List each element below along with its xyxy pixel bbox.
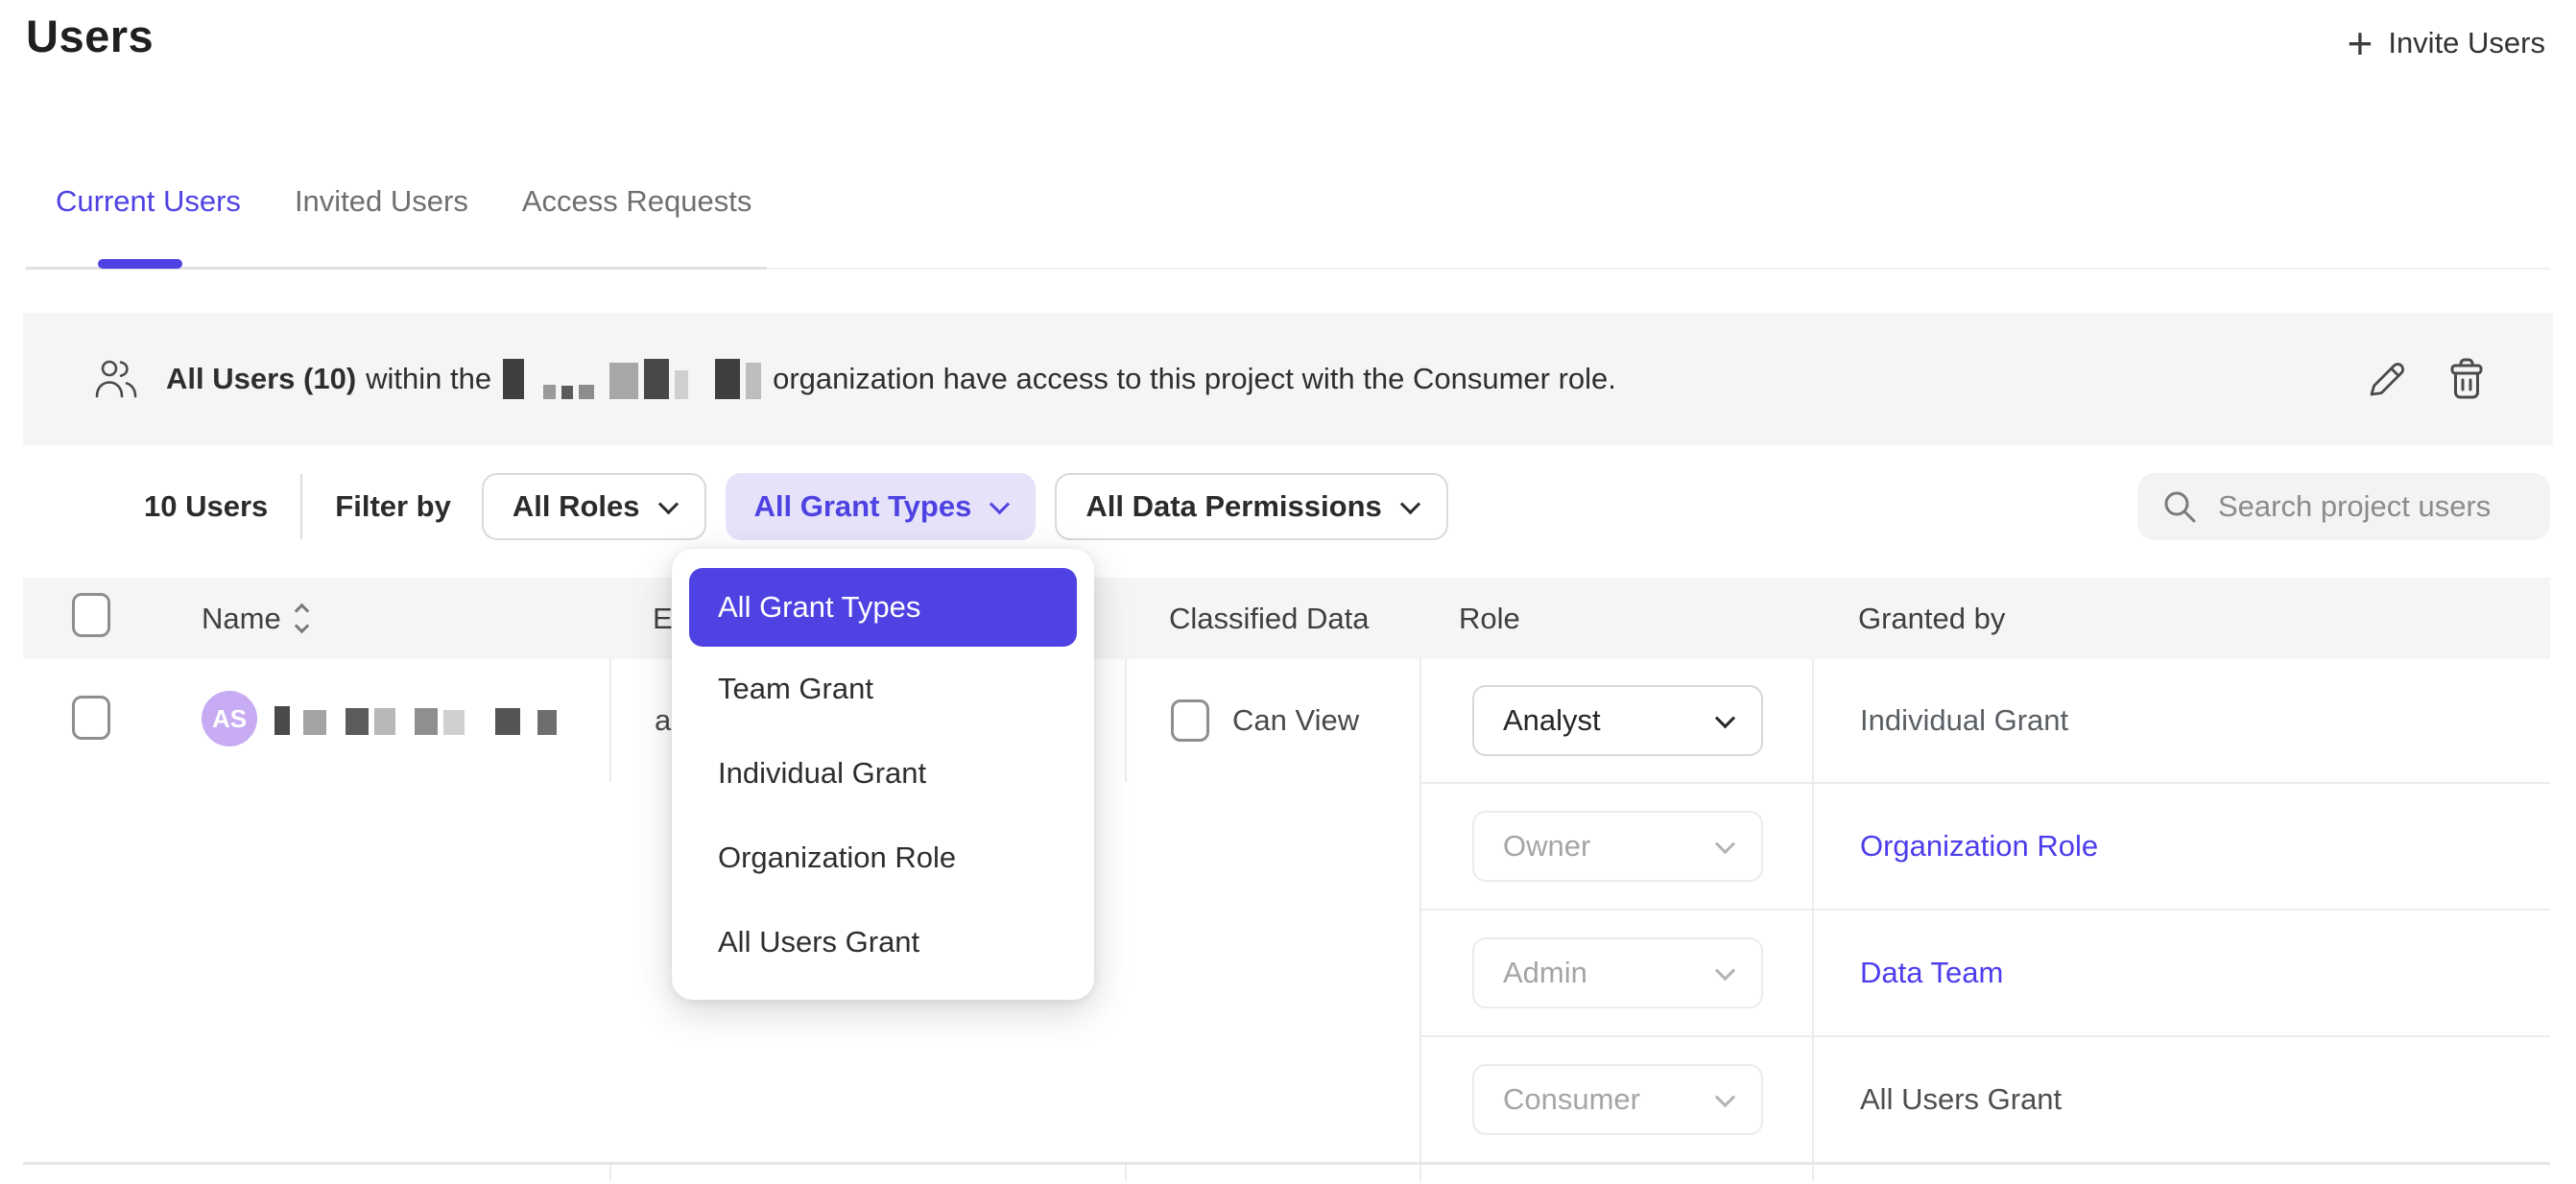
trash-icon bbox=[2447, 358, 2486, 400]
all-data-permissions-label: All Data Permissions bbox=[1085, 489, 1381, 524]
edit-banner-button[interactable] bbox=[2367, 359, 2407, 399]
users-group-icon bbox=[93, 358, 139, 400]
role-value: Consumer bbox=[1503, 1082, 1640, 1117]
sort-icon[interactable] bbox=[297, 605, 307, 631]
chevron-down-icon bbox=[1715, 1087, 1735, 1107]
invite-users-button[interactable]: + Invite Users bbox=[2347, 21, 2545, 65]
next-row-partial bbox=[23, 1165, 2550, 1181]
banner-actions bbox=[2367, 358, 2486, 400]
column-header-granted-by: Granted by bbox=[1858, 602, 2005, 635]
column-header-name: Name bbox=[202, 602, 281, 636]
column-header-role: Role bbox=[1459, 602, 1520, 635]
table-row: AS a Can View bbox=[23, 659, 2550, 1165]
column-header-classified: Classified Data bbox=[1169, 602, 1369, 635]
row-checkbox[interactable] bbox=[72, 696, 110, 740]
role-dropdown-owner: Owner bbox=[1472, 811, 1763, 882]
chevron-down-icon bbox=[1715, 708, 1735, 728]
user-count: 10 Users bbox=[144, 489, 268, 524]
filter-by-label: Filter by bbox=[335, 489, 451, 524]
redacted-org-name bbox=[503, 359, 761, 399]
all-grant-types-label: All Grant Types bbox=[754, 489, 972, 524]
filter-bar: 10 Users Filter by All Roles All Grant T… bbox=[26, 473, 2550, 540]
role-cell: Analyst Owner Admin bbox=[1419, 659, 1812, 1162]
banner-text: All Users (10) within the organization h… bbox=[166, 359, 1626, 399]
menu-item-team-grant[interactable]: Team Grant bbox=[672, 647, 1094, 731]
role-dropdown-analyst[interactable]: Analyst bbox=[1472, 685, 1763, 756]
tab-access-requests[interactable]: Access Requests bbox=[520, 184, 754, 219]
page-title: Users bbox=[26, 10, 154, 62]
all-roles-label: All Roles bbox=[513, 489, 640, 524]
vertical-divider bbox=[300, 474, 302, 539]
classified-data-cell: Can View bbox=[1125, 659, 1419, 782]
email-text: a bbox=[655, 703, 671, 738]
chevron-down-icon bbox=[1715, 960, 1735, 981]
role-value: Owner bbox=[1503, 829, 1590, 864]
avatar: AS bbox=[202, 691, 257, 746]
users-table: Name Email Classified Data Role Granted … bbox=[23, 578, 2550, 1181]
granted-by-cell: Individual Grant Organization Role Data … bbox=[1812, 659, 2550, 1162]
banner-prefix: within the bbox=[366, 362, 491, 396]
granted-by-value: Individual Grant bbox=[1860, 703, 2068, 738]
chevron-down-icon bbox=[657, 494, 678, 514]
chevron-down-icon bbox=[990, 494, 1010, 514]
tab-bar: Current Users Invited Users Access Reque… bbox=[26, 184, 803, 219]
grant-type-menu: All Grant Types Team Grant Individual Gr… bbox=[672, 549, 1094, 1000]
all-roles-filter[interactable]: All Roles bbox=[482, 473, 706, 540]
active-tab-indicator bbox=[98, 259, 182, 269]
delete-banner-button[interactable] bbox=[2447, 358, 2486, 400]
banner-suffix: organization have access to this project… bbox=[773, 362, 1616, 396]
can-view-checkbox[interactable] bbox=[1171, 699, 1209, 742]
menu-item-organization-role[interactable]: Organization Role bbox=[672, 816, 1094, 900]
role-value: Admin bbox=[1503, 956, 1587, 990]
chevron-down-icon bbox=[1400, 494, 1420, 514]
tab-invited-users[interactable]: Invited Users bbox=[293, 184, 470, 219]
search-input[interactable] bbox=[2218, 489, 2525, 524]
all-grant-types-filter[interactable]: All Grant Types bbox=[726, 473, 1037, 540]
banner-bold: All Users (10) bbox=[166, 362, 356, 396]
granted-by-value: All Users Grant bbox=[1860, 1082, 2062, 1117]
role-value: Analyst bbox=[1503, 703, 1601, 738]
tab-current-users[interactable]: Current Users bbox=[54, 184, 243, 219]
search-box[interactable] bbox=[2137, 473, 2550, 540]
search-icon bbox=[2162, 489, 2197, 524]
granted-by-link[interactable]: Data Team bbox=[1860, 956, 2003, 990]
select-all-checkbox[interactable] bbox=[72, 593, 110, 637]
menu-item-all-grant-types[interactable]: All Grant Types bbox=[689, 568, 1077, 647]
pencil-icon bbox=[2367, 359, 2407, 399]
can-view-label: Can View bbox=[1232, 703, 1359, 738]
menu-item-all-users-grant[interactable]: All Users Grant bbox=[672, 900, 1094, 984]
menu-item-individual-grant[interactable]: Individual Grant bbox=[672, 731, 1094, 816]
role-dropdown-admin: Admin bbox=[1472, 937, 1763, 1008]
role-dropdown-consumer: Consumer bbox=[1472, 1064, 1763, 1135]
all-users-banner: All Users (10) within the organization h… bbox=[23, 313, 2553, 445]
users-page: Users + Invite Users Current Users Invit… bbox=[0, 0, 2576, 1184]
name-cell: AS bbox=[145, 659, 609, 1162]
table-header-row: Name Email Classified Data Role Granted … bbox=[23, 578, 2550, 659]
plus-icon: + bbox=[2347, 21, 2373, 65]
chevron-down-icon bbox=[1715, 834, 1735, 854]
redacted-user-name bbox=[274, 706, 557, 735]
granted-by-link[interactable]: Organization Role bbox=[1860, 829, 2098, 864]
all-data-permissions-filter[interactable]: All Data Permissions bbox=[1055, 473, 1447, 540]
invite-users-label: Invite Users bbox=[2388, 26, 2545, 60]
